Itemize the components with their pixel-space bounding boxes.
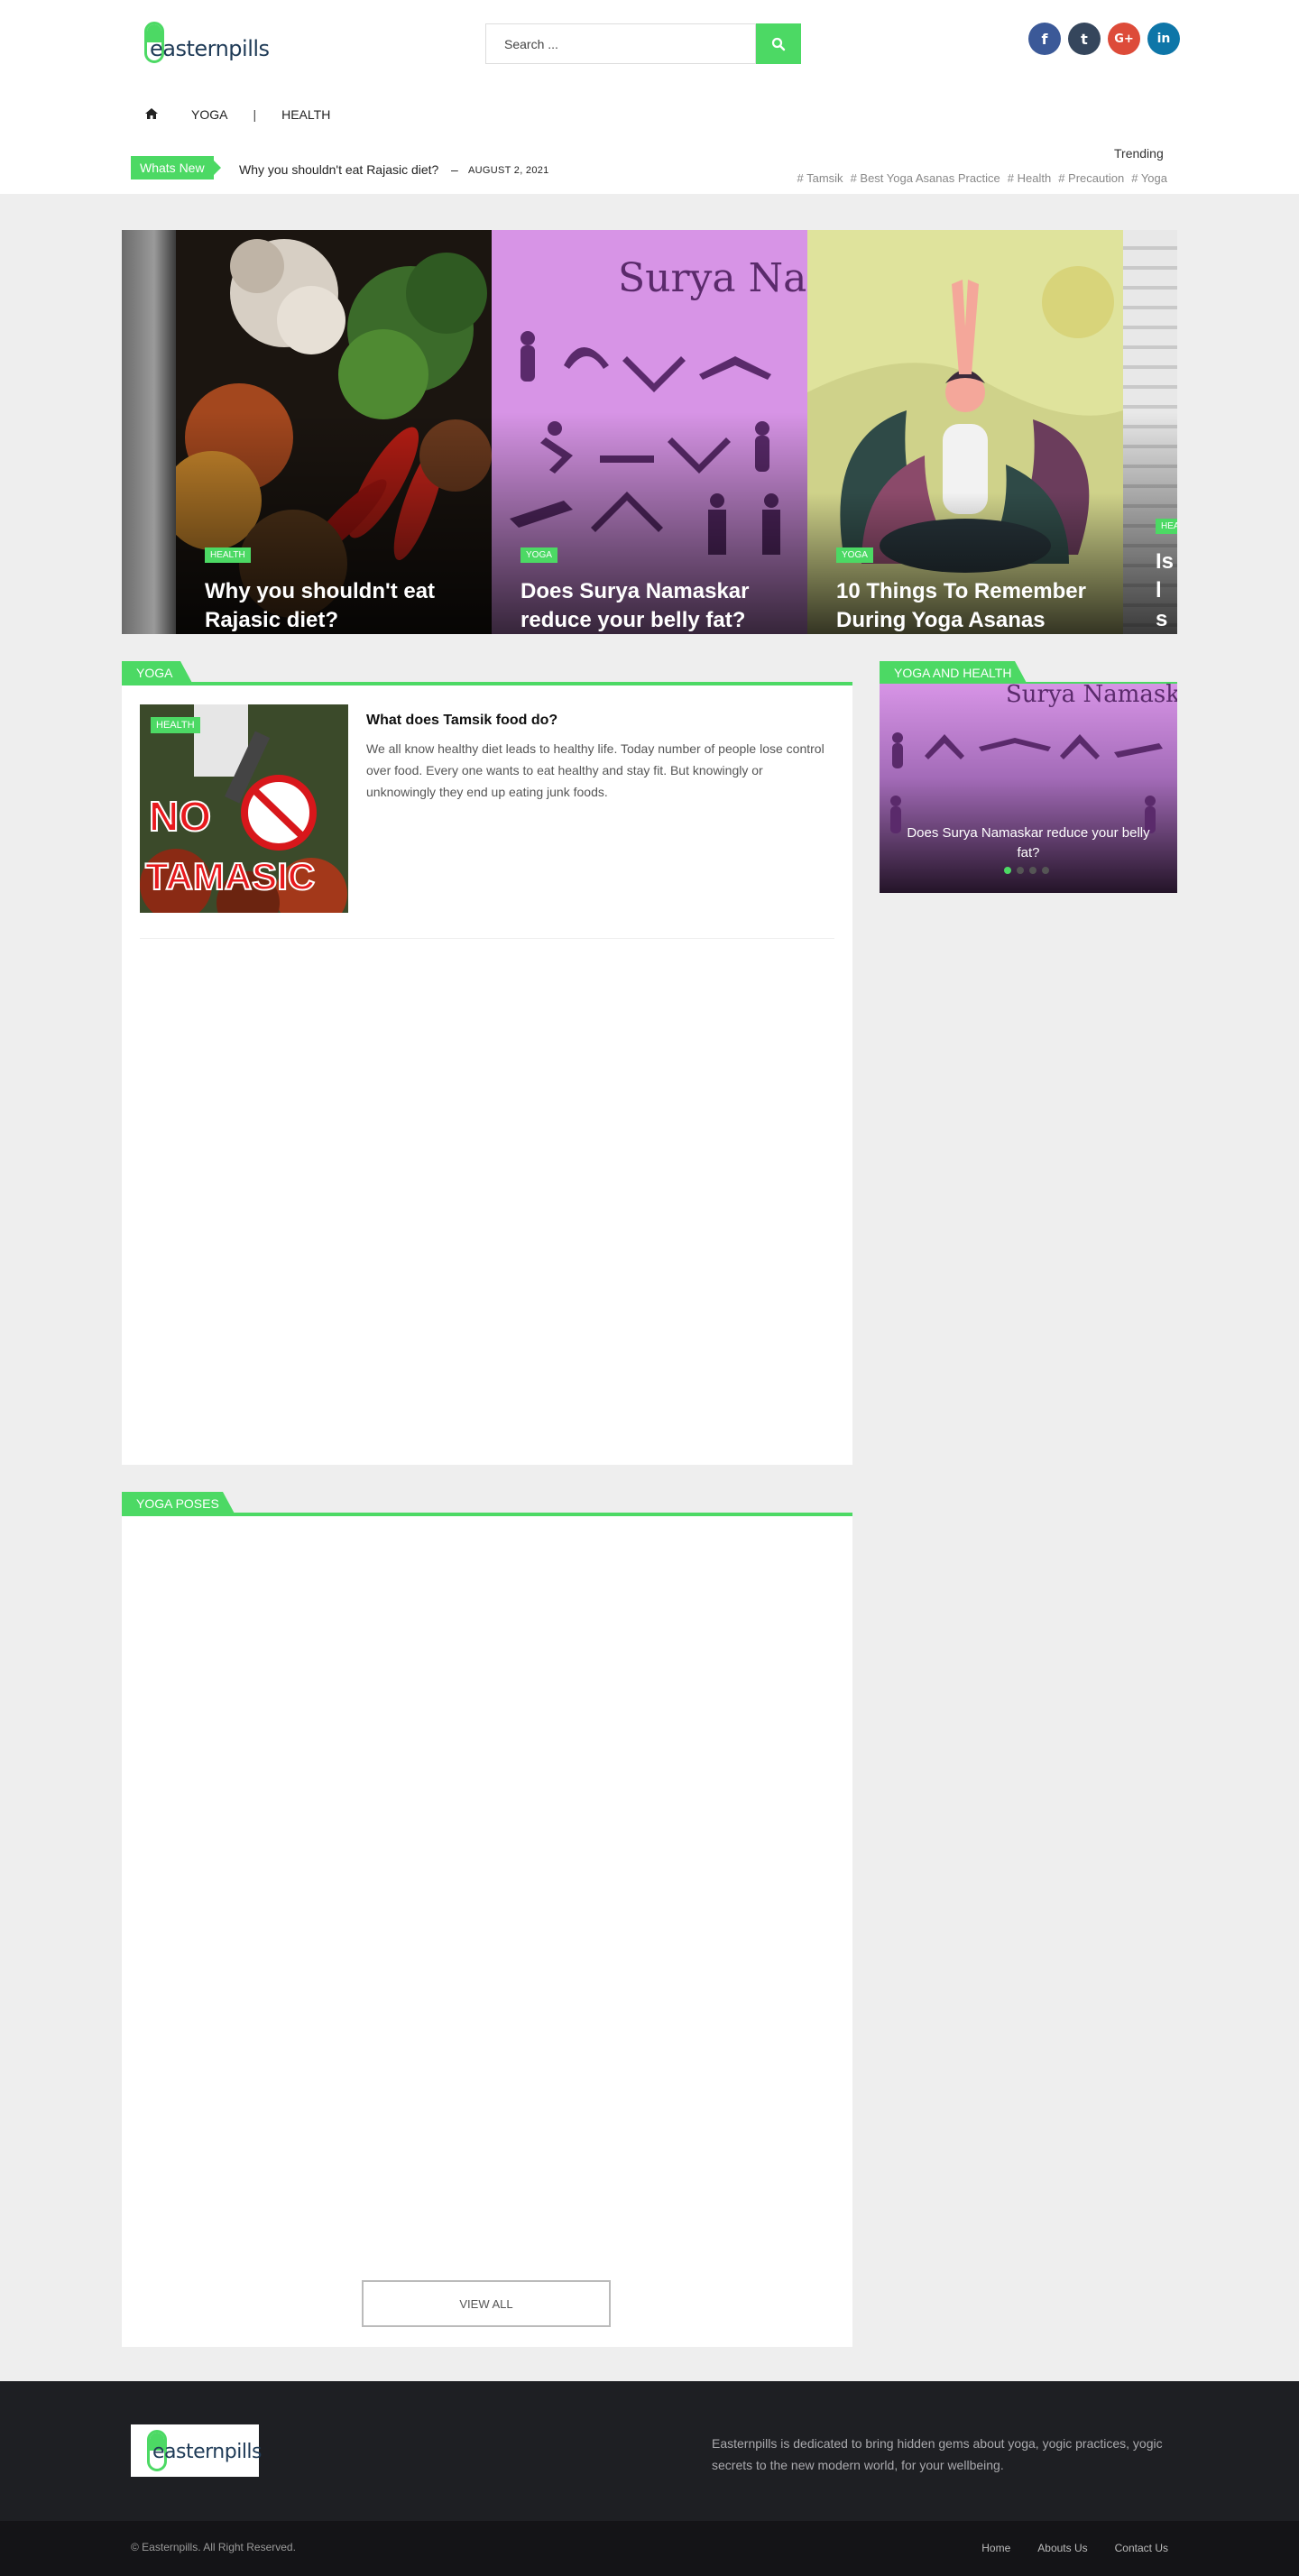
slide-surya-namaskar[interactable]: Surya Nam YOGA Does Surya Namaskar reduc… [492,230,807,634]
footer-logo[interactable]: easternpills [131,2424,263,2477]
tag-link[interactable]: # Tamsik [797,171,843,185]
nav-item-yoga[interactable]: YOGA [191,107,227,122]
post-thumbnail[interactable]: NO TAMASIC HEALTH [140,704,348,913]
footer-link-contact[interactable]: Contact Us [1115,2542,1168,2554]
slide-category-badge[interactable]: HEALTH [205,547,251,563]
copyright-text: © Easternpills. All Right Reserved. [131,2541,296,2553]
home-icon[interactable] [144,107,171,123]
tumblr-icon[interactable]: t [1068,23,1101,55]
social-links: f t G+ in [1028,23,1180,55]
nav-item-health[interactable]: HEALTH [281,107,330,122]
slider-dots [1004,867,1049,874]
linkedin-icon[interactable]: in [1147,23,1180,55]
post-image-text-tamasic: TAMASIC [145,855,315,897]
site-logo[interactable]: easternpills [144,22,270,63]
slide-title[interactable]: 10 Things To Remember During Yoga Asanas… [836,577,1098,634]
footer-link-home[interactable]: Home [981,2542,1010,2554]
sidebar-image-text: Surya Namaskar [1006,684,1177,708]
search-button[interactable] [756,23,801,64]
search-icon [771,37,786,51]
footer-link-about[interactable]: Abouts Us [1037,2542,1087,2554]
view-all-button[interactable]: VIEW ALL [362,2280,611,2327]
footer-logo-text: easternpills [152,2441,263,2463]
post-title[interactable]: What does Tamsik food do? [366,713,557,729]
tag-link[interactable]: # Yoga [1131,171,1167,185]
whats-new-label: Whats New [131,156,221,179]
ticker-date: AUGUST 2, 2021 [468,165,549,176]
sidebar-slide-caption[interactable]: Does Surya Namaskar reduce your belly fa… [898,823,1159,863]
slide-category-badge[interactable]: HEA [1156,519,1177,534]
post-divider [140,938,834,939]
post-excerpt: We all know healthy diet leads to health… [366,741,825,799]
slider-dot[interactable] [1004,867,1011,874]
post-image: NO TAMASIC [140,704,348,913]
slide-title[interactable]: Why you shouldn't eat Rajasic diet? [205,577,466,634]
yoga-section-rule [122,682,852,685]
slider-dot[interactable] [1017,867,1024,874]
trending-label: Trending [1114,146,1164,161]
slider-dot[interactable] [1042,867,1049,874]
nav-separator: | [253,107,257,122]
slider-dot[interactable] [1029,867,1036,874]
sidebar-slider[interactable]: Surya Namaskar Does Surya Namaskar reduc… [880,684,1177,893]
yoga-section-heading[interactable]: YOGA [122,661,193,685]
sidebar-section-heading[interactable]: YOGA AND HEALTH [880,661,1027,685]
tag-link[interactable]: # Best Yoga Asanas Practice [851,171,1000,185]
post-image-text-no: NO [149,793,211,840]
post-category-badge[interactable]: HEALTH [151,717,200,733]
slide-yoga-asanas[interactable]: YOGA 10 Things To Remember During Yoga A… [807,230,1123,634]
slide-title[interactable]: Does Surya Namaskar reduce your belly fa… [521,577,782,634]
ticker-post-link[interactable]: Why you shouldn't eat Rajasic diet? [239,162,438,177]
site-header: easternpills f t G+ in YOGA | HEALTH Wha… [0,0,1299,194]
slide-rajasic[interactable]: HEALTH Why you shouldn't eat Rajasic die… [176,230,492,634]
slide-title[interactable]: Is l sym illn [1156,547,1177,634]
slide-partial-right[interactable]: HEA Is l sym illn [1123,230,1177,634]
yoga-poses-heading[interactable]: YOGA POSES [122,1492,235,1515]
tag-link[interactable]: # Precaution [1058,171,1124,185]
search-form [485,23,801,64]
logo-text: easternpills [150,36,270,61]
google-plus-icon[interactable]: G+ [1108,23,1140,55]
slide-image-text: Surya Nam [618,255,807,301]
main-nav: YOGA | HEALTH [144,101,330,128]
slide-category-badge[interactable]: YOGA [836,547,873,563]
facebook-icon[interactable]: f [1028,23,1061,55]
slide-partial-left [122,230,176,634]
featured-slider: HEALTH Why you shouldn't eat Rajasic die… [122,230,1177,634]
slide-category-badge[interactable]: YOGA [521,547,557,563]
trending-tags: # Tamsik # Best Yoga Asanas Practice # H… [797,171,1168,185]
yoga-poses-section [122,1513,852,2347]
tag-link[interactable]: # Health [1008,171,1051,185]
ticker-dash: – [451,162,458,177]
search-input[interactable] [485,23,756,64]
footer-about-text: Easternpills is dedicated to bring hidde… [712,2436,1163,2472]
footer-links: Home Abouts Us Contact Us [981,2542,1168,2554]
